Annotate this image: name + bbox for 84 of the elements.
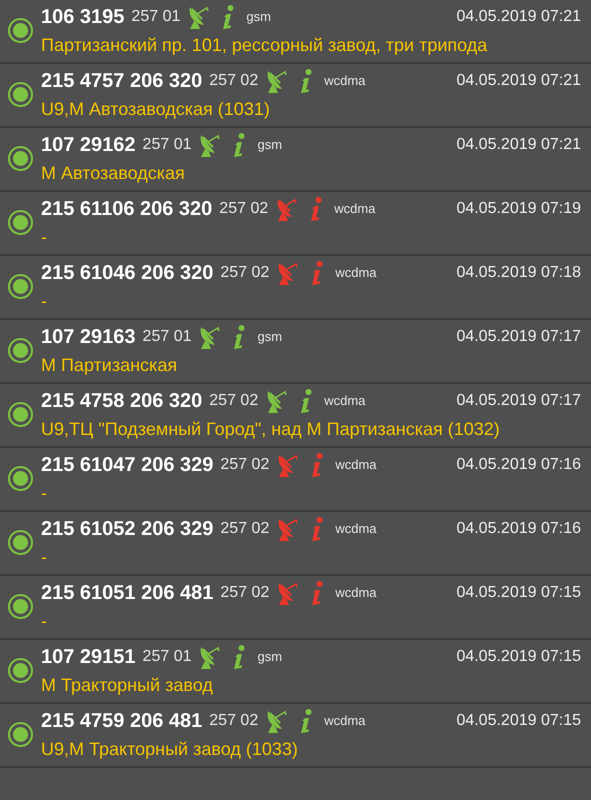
- info-icon[interactable]: [233, 132, 246, 158]
- network-code: 257 01: [142, 135, 192, 155]
- timestamp: 04.05.2019 07:19: [455, 199, 581, 219]
- cell-id: 215 4758 206 320: [41, 389, 202, 414]
- radio-button[interactable]: [8, 594, 33, 618]
- technology-label: gsm: [257, 136, 282, 154]
- network-code: 257 01: [142, 327, 192, 347]
- timestamp: 04.05.2019 07:21: [455, 135, 581, 155]
- address: U9,ТЦ "Подземный Город", над М Партизанская (1032): [41, 418, 501, 441]
- radio-button[interactable]: [8, 466, 33, 490]
- cell-id: 215 61052 206 329: [41, 517, 214, 542]
- network-code: 257 02: [220, 263, 270, 283]
- address: -: [41, 482, 48, 505]
- cell-id: 215 61047 206 329: [41, 453, 214, 478]
- radio-button[interactable]: [8, 18, 33, 42]
- technology-label: wcdma: [335, 264, 377, 282]
- technology-label: wcdma: [324, 72, 366, 90]
- cell-id: 215 4757 206 320: [41, 69, 202, 94]
- address: -: [41, 610, 48, 633]
- address: U9,М Тракторный завод (1033): [41, 738, 299, 761]
- network-code: 257 01: [131, 7, 180, 27]
- cell-id: 215 61106 206 320: [41, 197, 212, 222]
- radio-button[interactable]: [8, 338, 33, 362]
- network-code: 257 02: [220, 583, 270, 603]
- address: М Автозаводская: [41, 162, 186, 185]
- network-code: 257 02: [220, 455, 270, 475]
- technology-label: wcdma: [335, 584, 377, 602]
- timestamp: 04.05.2019 07:21: [455, 71, 581, 91]
- info-icon[interactable]: [300, 708, 312, 734]
- technology-label: gsm: [246, 8, 271, 26]
- address: -: [41, 290, 48, 313]
- cell-id: 107 29162: [41, 133, 136, 158]
- info-icon[interactable]: [300, 68, 312, 94]
- radio-button[interactable]: [8, 274, 33, 298]
- network-code: 257 02: [220, 519, 270, 539]
- info-icon[interactable]: [300, 388, 312, 414]
- network-code: 257 02: [209, 71, 258, 91]
- timestamp: 04.05.2019 07:21: [455, 7, 581, 27]
- radio-button[interactable]: [8, 722, 33, 746]
- info-icon[interactable]: [310, 196, 322, 222]
- technology-label: wcdma: [324, 392, 366, 410]
- cell-id: 215 4759 206 481: [41, 709, 202, 734]
- address: М Тракторный завод: [41, 674, 214, 697]
- timestamp: 04.05.2019 07:15: [455, 711, 581, 731]
- radio-button[interactable]: [8, 210, 33, 234]
- cell-id: 107 29163: [41, 325, 136, 350]
- timestamp: 04.05.2019 07:17: [455, 327, 581, 347]
- cell-id: 106 3195: [41, 5, 124, 30]
- info-icon[interactable]: [311, 516, 324, 542]
- cell-id: 215 61046 206 320: [41, 261, 214, 286]
- timestamp: 04.05.2019 07:15: [455, 583, 581, 603]
- technology-label: wcdma: [334, 200, 376, 218]
- info-icon[interactable]: [233, 644, 246, 670]
- info-icon[interactable]: [311, 452, 324, 478]
- timestamp: 04.05.2019 07:18: [455, 263, 581, 283]
- radio-button[interactable]: [8, 530, 33, 554]
- technology-label: wcdma: [335, 520, 377, 538]
- cell-id: 215 61051 206 481: [41, 581, 214, 606]
- radio-button[interactable]: [8, 658, 33, 682]
- network-code: 257 02: [209, 711, 258, 731]
- network-code: 257 01: [142, 647, 192, 667]
- radio-button[interactable]: [8, 82, 33, 106]
- radio-button[interactable]: [8, 402, 33, 426]
- address: U9,М Автозаводская (1031): [41, 98, 271, 121]
- address: Партизанский пр. 101, рессорный завод, три трипода: [41, 34, 488, 57]
- radio-button[interactable]: [8, 146, 33, 170]
- technology-label: gsm: [257, 648, 282, 666]
- technology-label: wcdma: [335, 456, 377, 474]
- timestamp: 04.05.2019 07:16: [455, 519, 581, 539]
- address: М Партизанская: [41, 354, 178, 377]
- address: -: [41, 226, 48, 249]
- address: -: [41, 546, 48, 569]
- timestamp: 04.05.2019 07:15: [455, 647, 581, 667]
- info-icon[interactable]: [311, 260, 324, 286]
- info-icon[interactable]: [311, 580, 324, 606]
- technology-label: gsm: [257, 328, 282, 346]
- info-icon[interactable]: [233, 324, 246, 350]
- info-icon[interactable]: [222, 4, 234, 30]
- network-code: 257 02: [209, 391, 258, 411]
- cell-id: 107 29151: [41, 645, 136, 670]
- timestamp: 04.05.2019 07:17: [455, 391, 581, 411]
- network-code: 257 02: [219, 199, 268, 219]
- technology-label: wcdma: [324, 712, 366, 730]
- timestamp: 04.05.2019 07:16: [455, 455, 581, 475]
